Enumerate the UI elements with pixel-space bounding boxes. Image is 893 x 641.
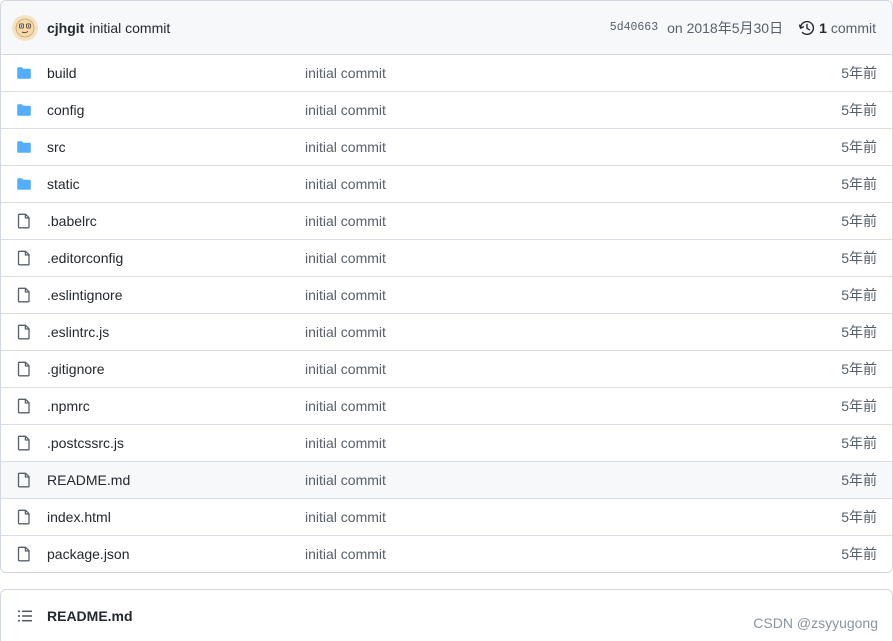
file-commit-message-link[interactable]: initial commit <box>305 287 386 304</box>
file-name-link[interactable]: config <box>47 102 84 119</box>
avatar-icon <box>15 18 35 37</box>
file-name-link[interactable]: .gitignore <box>47 361 105 378</box>
file-commit-message-link[interactable]: initial commit <box>305 65 386 82</box>
file-icon <box>16 509 32 525</box>
commit-date: on 2018年5月30日 <box>667 19 784 36</box>
file-commit-message-link[interactable]: initial commit <box>305 509 386 526</box>
file-commit-message-link[interactable]: initial commit <box>305 361 386 378</box>
file-row[interactable]: .editorconfig initial commit 5年前 <box>1 240 892 277</box>
commit-message[interactable]: initial commit <box>89 20 170 36</box>
file-commit-message-link[interactable]: initial commit <box>305 213 386 230</box>
file-name-link[interactable]: src <box>47 139 66 156</box>
file-name-link[interactable]: build <box>47 65 77 82</box>
file-commit-message-link[interactable]: initial commit <box>305 435 386 452</box>
file-name-link[interactable]: index.html <box>47 509 111 526</box>
folder-icon <box>16 102 32 118</box>
folder-icon <box>16 176 32 192</box>
file-name-link[interactable]: .editorconfig <box>47 250 123 267</box>
file-icon <box>16 287 32 303</box>
file-commit-age: 5年前 <box>841 546 877 562</box>
file-commit-age: 5年前 <box>841 435 877 451</box>
avatar[interactable] <box>12 14 38 41</box>
file-commit-age: 5年前 <box>841 250 877 266</box>
file-row[interactable]: .postcssrc.js initial commit 5年前 <box>1 425 892 462</box>
file-icon <box>16 324 32 340</box>
file-icon <box>16 361 32 377</box>
list-unordered-icon[interactable] <box>17 608 33 624</box>
file-icon <box>16 398 32 414</box>
file-row[interactable]: build initial commit 5年前 <box>1 55 892 92</box>
file-row[interactable]: .eslintrc.js initial commit 5年前 <box>1 314 892 351</box>
file-name-link[interactable]: static <box>47 176 80 193</box>
file-commit-message-link[interactable]: initial commit <box>305 324 386 341</box>
commit-label: commit <box>830 19 876 36</box>
file-row[interactable]: static initial commit 5年前 <box>1 166 892 203</box>
file-name-link[interactable]: .babelrc <box>47 213 97 230</box>
file-row[interactable]: index.html initial commit 5年前 <box>1 499 892 536</box>
file-icon <box>16 213 32 229</box>
file-commit-message-link[interactable]: initial commit <box>305 250 386 267</box>
file-commit-age: 5年前 <box>841 102 877 118</box>
file-commit-age: 5年前 <box>841 324 877 340</box>
file-commit-age: 5年前 <box>841 213 877 229</box>
file-commit-message-link[interactable]: initial commit <box>305 139 386 156</box>
file-browser: cjhgit initial commit 5d40663 on 2018年5月… <box>0 0 893 573</box>
file-commit-age: 5年前 <box>841 472 877 488</box>
file-row[interactable]: config initial commit 5年前 <box>1 92 892 129</box>
commit-author[interactable]: cjhgit <box>47 20 84 36</box>
file-commit-age: 5年前 <box>841 509 877 525</box>
file-commit-age: 5年前 <box>841 65 877 81</box>
file-name-link[interactable]: package.json <box>47 546 130 563</box>
file-commit-message-link[interactable]: initial commit <box>305 546 386 563</box>
file-commit-age: 5年前 <box>841 287 877 303</box>
file-icon <box>16 435 32 451</box>
file-icon <box>16 546 32 562</box>
file-row[interactable]: .eslintignore initial commit 5年前 <box>1 277 892 314</box>
file-commit-message-link[interactable]: initial commit <box>305 102 386 119</box>
folder-icon <box>16 65 32 81</box>
file-name-link[interactable]: README.md <box>47 472 130 489</box>
file-row[interactable]: package.json initial commit 5年前 <box>1 536 892 572</box>
file-name-link[interactable]: .eslintignore <box>47 287 123 304</box>
file-row[interactable]: src initial commit 5年前 <box>1 129 892 166</box>
commit-sha[interactable]: 5d40663 <box>610 21 658 34</box>
file-name-link[interactable]: .npmrc <box>47 398 90 415</box>
file-commit-message-link[interactable]: initial commit <box>305 472 386 489</box>
file-icon <box>16 472 32 488</box>
latest-commit-bar: cjhgit initial commit 5d40663 on 2018年5月… <box>1 1 892 55</box>
folder-icon <box>16 139 32 155</box>
file-row[interactable]: .gitignore initial commit 5年前 <box>1 351 892 388</box>
watermark: CSDN @zsyyugong <box>753 615 878 631</box>
history-icon <box>799 20 815 35</box>
file-row[interactable]: .babelrc initial commit 5年前 <box>1 203 892 240</box>
readme-title: README.md <box>47 607 133 624</box>
file-commit-age: 5年前 <box>841 139 877 155</box>
file-list: build initial commit 5年前 config initial comm… <box>1 55 892 572</box>
commit-count: 1 <box>819 19 827 36</box>
file-row[interactable]: README.md initial commit 5年前 <box>1 462 892 499</box>
file-commit-message-link[interactable]: initial commit <box>305 176 386 193</box>
commit-history-link[interactable]: 1 commit <box>799 20 876 36</box>
file-icon <box>16 250 32 266</box>
file-commit-age: 5年前 <box>841 176 877 192</box>
file-commit-message-link[interactable]: initial commit <box>305 398 386 415</box>
file-commit-age: 5年前 <box>841 361 877 377</box>
file-name-link[interactable]: .eslintrc.js <box>47 324 109 341</box>
file-row[interactable]: .npmrc initial commit 5年前 <box>1 388 892 425</box>
file-name-link[interactable]: .postcssrc.js <box>47 435 124 452</box>
commit-meta: 5d40663 on 2018年5月30日 1 commit <box>610 18 876 38</box>
file-commit-age: 5年前 <box>841 398 877 414</box>
